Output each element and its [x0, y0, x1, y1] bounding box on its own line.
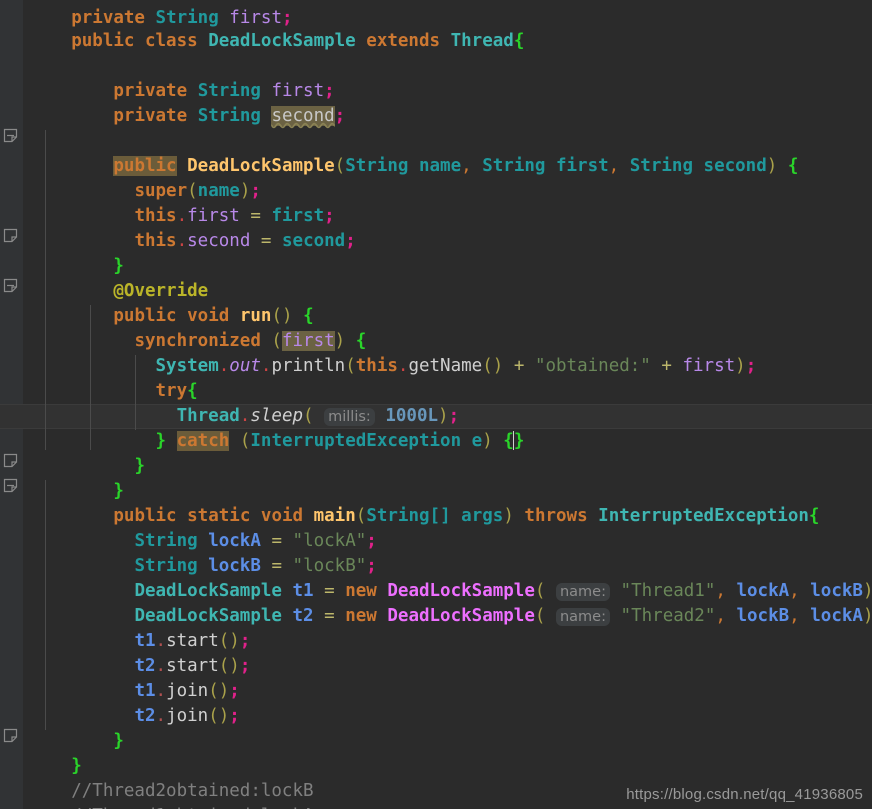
token-field-second-highlighted[interactable]: second — [271, 106, 335, 126]
token-keyword-this: this — [134, 231, 177, 251]
code-line-annotation-override[interactable]: @Override — [8, 254, 208, 301]
watermark-url: https://blog.csdn.net/qq_41936805 — [626, 786, 863, 803]
token-type-thread: Thread — [450, 31, 514, 51]
code-line-constructor-signature[interactable]: public DeadLockSample(String name, Strin… — [8, 129, 798, 176]
token-keyword-class: class — [144, 31, 198, 51]
code-line-t1-start[interactable]: t1.start(); — [8, 604, 250, 651]
token-field-first: first — [682, 356, 736, 376]
token-param-e: e — [471, 431, 483, 451]
code-line-comment-thread1[interactable]: //Thread1obtained:lockA — [8, 779, 313, 809]
token-keyword-catch: catch — [176, 431, 230, 451]
token-field-second: second — [187, 231, 251, 251]
code-line-try[interactable]: try{ — [8, 354, 198, 401]
token-keyword-throws: throws — [524, 506, 588, 526]
token-class-deadlocksample: DeadLockSample — [208, 31, 356, 51]
parameter-hint-name[interactable]: name: — [555, 608, 610, 626]
token-method-join: join — [166, 706, 209, 726]
token-keyword-this: this — [355, 356, 398, 376]
code-line-class-declaration[interactable]: public class DeadLockSample extends Thre… — [8, 4, 524, 51]
token-var-t2: t2 — [134, 706, 156, 726]
code-line-new-t1[interactable]: DeadLockSample t1 = new DeadLockSample( … — [8, 554, 872, 601]
token-method-getname: getName — [408, 356, 483, 376]
code-line-close-constructor[interactable]: } — [8, 229, 124, 276]
code-line-assign-first[interactable]: this.first = first; — [8, 179, 334, 226]
token-constructor-call: DeadLockSample — [387, 606, 535, 626]
token-keyword-extends: extends — [366, 31, 441, 51]
code-line-close-class[interactable]: } — [8, 729, 82, 776]
code-line-assign-second[interactable]: this.second = second; — [8, 204, 355, 251]
token-type-string: String — [345, 156, 409, 176]
code-line-run-signature[interactable]: public void run() { — [8, 279, 313, 326]
token-keyword-new: new — [345, 606, 377, 626]
code-line-close-run[interactable]: } — [8, 454, 124, 501]
code-line-new-t2[interactable]: DeadLockSample t2 = new DeadLockSample( … — [8, 579, 872, 626]
token-type-interruptedexception: InterruptedException — [598, 506, 809, 526]
token-type-string-array: String[] — [366, 506, 451, 526]
token-type-interruptedexception: InterruptedException — [250, 431, 462, 451]
token-param-name: name — [418, 156, 462, 176]
code-line-t2-join[interactable]: t2.join(); — [8, 679, 239, 726]
code-line-synchronized[interactable]: synchronized (first) { — [8, 304, 366, 351]
token-var-lockb: lockB — [736, 606, 790, 626]
code-line-field-second[interactable]: private String second; — [8, 79, 345, 126]
code-line-catch[interactable]: } catch (InterruptedException e) {} — [8, 404, 524, 451]
code-line-field-first[interactable]: private String first; — [8, 54, 334, 101]
code-line-t2-start[interactable]: t2.start(); — [8, 629, 250, 676]
token-var-t2: t2 — [292, 606, 314, 626]
token-keyword-private: private — [113, 106, 188, 126]
code-line-thread-sleep[interactable]: Thread.sleep( millis: 1000L); — [8, 379, 459, 426]
token-method-println: println — [271, 356, 346, 376]
token-type-string: String — [482, 156, 546, 176]
token-string-thread2: "Thread2" — [620, 606, 716, 626]
token-field-out: out — [229, 356, 261, 376]
token-param-second: second — [282, 231, 346, 251]
token-param-second: second — [703, 156, 767, 176]
code-line-t1-join[interactable]: t1.join(); — [8, 654, 239, 701]
code-line-println[interactable]: System.out.println(this.getName() + "obt… — [8, 329, 757, 376]
code-line-close-synchronized[interactable]: } — [8, 429, 145, 476]
code-line-close-main[interactable]: } — [8, 704, 124, 751]
code-line-declare-locka[interactable]: String lockA = "lockA"; — [8, 504, 376, 551]
token-type-string: String — [629, 156, 693, 176]
code-line-super-call[interactable]: super(name); — [8, 154, 260, 201]
code-editor[interactable]: private String first; public class DeadL… — [0, 0, 872, 809]
code-line-declare-lockb[interactable]: String lockB = "lockB"; — [8, 529, 376, 576]
token-var-locka: lockA — [810, 606, 863, 626]
token-param-args: args — [461, 506, 504, 526]
code-line-main-signature[interactable]: public static void main(String[] args) t… — [8, 479, 819, 526]
token-string-obtained: "obtained:" — [534, 356, 651, 376]
token-keyword-public: public — [71, 31, 135, 51]
code-surface[interactable]: private String first; public class DeadL… — [0, 0, 872, 809]
token-type-string: String — [197, 106, 261, 126]
code-line-comment-thread2[interactable]: //Thread2obtained:lockB — [8, 754, 313, 801]
token-param-first: first — [555, 156, 609, 176]
